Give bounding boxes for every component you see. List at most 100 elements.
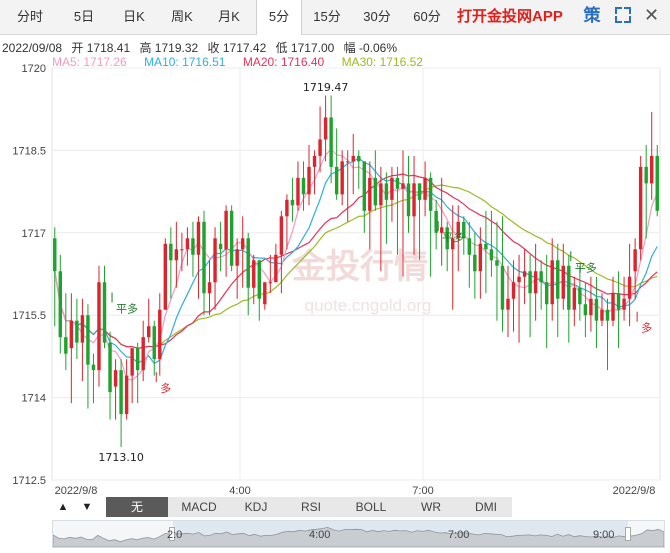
candle-body xyxy=(318,139,322,156)
candle-body xyxy=(75,320,79,343)
candle-body xyxy=(158,309,162,360)
candle-body xyxy=(423,177,427,200)
candle-body xyxy=(86,315,90,365)
candle-body xyxy=(174,249,179,261)
candle-body xyxy=(506,298,510,310)
x-tick-label: 4:00 xyxy=(229,485,250,497)
chart-annotation: 平多 xyxy=(116,301,138,315)
candle-body xyxy=(130,348,134,376)
candle-body xyxy=(64,337,68,354)
candle-body xyxy=(135,348,140,371)
nav-label: 2:0 xyxy=(167,529,183,541)
candle-body xyxy=(655,155,659,211)
candle-body xyxy=(633,249,637,272)
watermark-url: quote.cngold.org xyxy=(305,296,432,315)
candle-body xyxy=(169,243,173,261)
candle-body xyxy=(428,177,433,211)
candle-body xyxy=(97,282,101,371)
candle-body xyxy=(533,271,538,294)
candle-body xyxy=(202,221,206,294)
candle-body xyxy=(124,375,129,415)
candle-body xyxy=(473,254,477,272)
candle-body xyxy=(522,271,527,277)
y-tick-label: 1712.5 xyxy=(12,475,46,487)
candle-body xyxy=(119,370,123,415)
candle-body xyxy=(517,276,521,283)
candle-body xyxy=(572,287,577,310)
candle-body xyxy=(511,282,516,299)
candle-body xyxy=(301,177,306,195)
chart-annotation: 1713.10 xyxy=(98,451,144,464)
candle-body xyxy=(478,243,483,272)
candle-body xyxy=(180,249,184,251)
candle-body xyxy=(108,342,112,393)
candle-body xyxy=(263,282,267,305)
candle-body xyxy=(268,282,273,284)
candle-body xyxy=(329,117,333,167)
candlestick-chart: 1720 1718.5 1717 1715.5 1714 1712.5 2022/9/8 4:… xyxy=(12,63,661,497)
candle-body xyxy=(80,315,85,343)
candle-body xyxy=(58,271,63,338)
y-tick-label: 1718.5 xyxy=(12,145,46,157)
candle-body xyxy=(357,155,361,162)
indicator-macd-button[interactable]: MACD xyxy=(168,497,231,517)
chart-annotation: 多 xyxy=(641,321,652,335)
candle-body xyxy=(69,320,74,349)
watermark-text: 金投行情 xyxy=(291,247,428,287)
indicator-kdj-button[interactable]: KDJ xyxy=(230,497,283,517)
candle-body xyxy=(246,238,250,288)
candle-body xyxy=(539,271,543,283)
nav-label: 4:00 xyxy=(309,529,331,541)
candle-body xyxy=(528,271,532,294)
candle-body xyxy=(616,293,621,310)
indicator-toolbar: ▲ ▼ 无 MACD KDJ RSI BOLL WR DMI xyxy=(52,497,665,517)
candle-body xyxy=(600,309,604,321)
candle-body xyxy=(147,326,151,338)
candle-body xyxy=(578,287,582,305)
time-navigator[interactable]: 2:0 4:00 7:00 9:00 xyxy=(52,520,665,548)
candle-body xyxy=(605,309,610,321)
candle-body xyxy=(196,221,201,255)
candle-body xyxy=(489,249,494,261)
candle-body xyxy=(279,216,284,255)
candle-body xyxy=(312,155,317,167)
candle-body xyxy=(218,243,223,250)
indicator-boll-button[interactable]: BOLL xyxy=(340,497,403,517)
navigator-sparkline xyxy=(53,521,664,547)
candle-body xyxy=(561,265,565,299)
indicator-dmi-button[interactable]: DMI xyxy=(460,497,513,517)
candle-body xyxy=(340,161,344,195)
candle-body xyxy=(351,155,355,162)
x-tick-label: 7:00 xyxy=(412,485,433,497)
candle-body xyxy=(627,276,632,299)
indicator-无-button[interactable]: 无 xyxy=(106,497,169,517)
y-tick-label: 1720 xyxy=(22,63,46,75)
candle-body xyxy=(390,177,394,200)
chart-annotation: 平多 xyxy=(575,260,597,274)
candle-body xyxy=(285,199,289,217)
indicator-rsi-button[interactable]: RSI xyxy=(282,497,341,517)
navigator-right-handle[interactable] xyxy=(625,527,631,541)
indicator-wr-button[interactable]: WR xyxy=(402,497,461,517)
candle-body xyxy=(589,298,593,316)
candle-body xyxy=(544,282,549,305)
candle-body xyxy=(379,183,383,206)
candle-body xyxy=(252,260,256,288)
candle-body xyxy=(113,370,118,387)
candle-body xyxy=(91,364,96,371)
candle-body xyxy=(556,260,560,299)
arrow-up-button[interactable]: ▲ xyxy=(52,497,74,517)
candle-body xyxy=(235,249,239,266)
candle-body xyxy=(406,183,411,217)
candle-body xyxy=(622,298,626,310)
candle-body xyxy=(401,183,405,189)
chart-annotation: 多 xyxy=(160,381,171,395)
candle-body xyxy=(644,166,648,184)
candle-body xyxy=(334,166,339,195)
x-tick-label: 2022/9/8 xyxy=(613,485,656,497)
candle-body xyxy=(368,177,372,211)
arrow-down-button[interactable]: ▼ xyxy=(76,497,98,517)
candle-body xyxy=(412,183,416,217)
candle-body xyxy=(53,238,57,272)
candle-body xyxy=(229,210,234,266)
